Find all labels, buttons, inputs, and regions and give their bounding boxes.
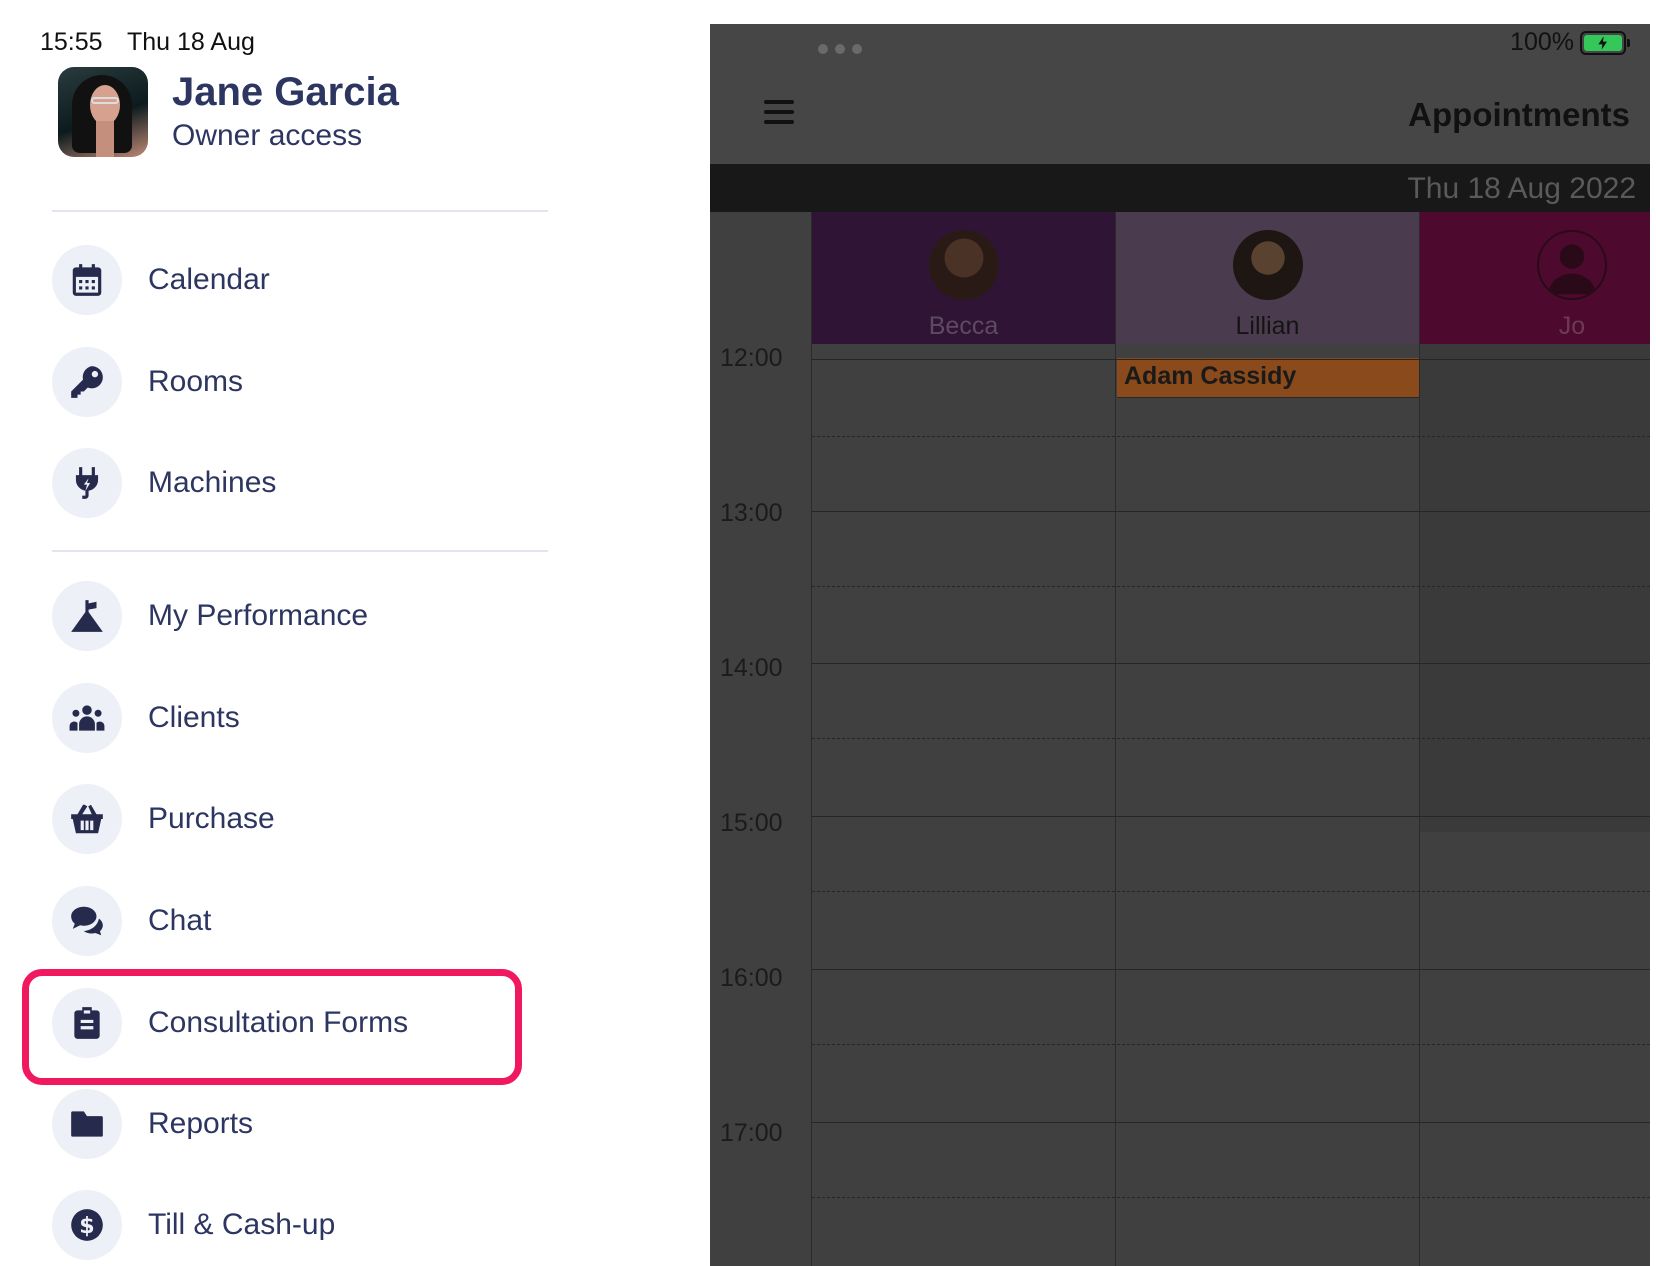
person-placeholder-icon xyxy=(1537,230,1607,300)
menu-label: Till & Cash-up xyxy=(148,1208,336,1241)
basket-icon xyxy=(52,784,122,854)
time-label: 15:00 xyxy=(720,809,783,837)
menu-label: My Performance xyxy=(148,599,369,632)
side-menu: 15:55 Thu 18 Aug Jane Garcia Owner acces… xyxy=(0,0,710,1266)
chat-icon xyxy=(52,886,122,956)
time-column: 12:00 13:00 14:00 15:00 16:00 17:00 xyxy=(710,212,812,1266)
menu-item-till-cash-up[interactable]: $ Till & Cash-up xyxy=(52,1189,335,1261)
column-body[interactable] xyxy=(812,344,1115,1266)
menu-item-calendar[interactable]: Calendar xyxy=(52,244,270,316)
svg-text:$: $ xyxy=(79,1213,94,1239)
menu-label: Purchase xyxy=(148,802,275,835)
calendar-icon xyxy=(52,245,122,315)
user-profile[interactable]: Jane Garcia Owner access xyxy=(58,67,399,157)
staff-name: Lillian xyxy=(1235,312,1300,340)
battery-percent: 100% xyxy=(1510,28,1574,56)
time-label: 14:00 xyxy=(720,654,783,682)
multitasking-dots[interactable] xyxy=(818,44,862,54)
column-body[interactable] xyxy=(1116,344,1419,1266)
user-name: Jane Garcia xyxy=(172,70,399,114)
screen: 15:55 Thu 18 Aug Jane Garcia Owner acces… xyxy=(0,0,1656,1266)
staff-column-lillian[interactable]: Lillian Adam Cassidy xyxy=(1116,212,1420,1266)
staff-header[interactable]: Jo xyxy=(1420,212,1650,344)
status-date: Thu 18 Aug xyxy=(127,28,255,56)
staff-avatar xyxy=(928,230,999,300)
menu-label: Calendar xyxy=(148,263,270,296)
time-label: 12:00 xyxy=(720,344,783,372)
menu-label: Machines xyxy=(148,466,277,499)
staff-name: Jo xyxy=(1558,312,1586,340)
menu-label: Reports xyxy=(148,1107,254,1140)
key-icon xyxy=(52,347,122,417)
hamburger-menu-icon[interactable] xyxy=(764,100,794,126)
staff-column-jo[interactable]: Jo xyxy=(1420,212,1650,1266)
appointments-panel: Appointments Thu 18 Aug 2022 12:00 13:00… xyxy=(710,24,1650,1266)
menu-item-machines[interactable]: Machines xyxy=(52,447,276,519)
time-label: 13:00 xyxy=(720,499,783,527)
menu-item-chat[interactable]: Chat xyxy=(52,885,211,957)
staff-header[interactable]: Lillian xyxy=(1116,212,1419,344)
mountain-flag-icon xyxy=(52,581,122,651)
date-bar: Thu 18 Aug 2022 xyxy=(710,164,1650,212)
menu-label: Chat xyxy=(148,904,212,937)
menu-item-reports[interactable]: Reports xyxy=(52,1088,253,1160)
divider xyxy=(52,550,548,552)
folder-icon xyxy=(52,1089,122,1159)
staff-header[interactable]: Becca xyxy=(812,212,1115,344)
menu-label: Clients xyxy=(148,701,240,734)
staff-name: Becca xyxy=(928,312,999,340)
user-role: Owner access xyxy=(172,119,363,152)
battery-status: 100% xyxy=(1510,28,1630,57)
menu-item-my-performance[interactable]: My Performance xyxy=(52,580,368,652)
time-label: 16:00 xyxy=(720,964,783,992)
page-title: Appointments xyxy=(1408,96,1630,133)
plug-icon xyxy=(52,448,122,518)
menu-item-purchase[interactable]: Purchase xyxy=(52,783,275,855)
appointment-client: Adam Cassidy xyxy=(1124,362,1297,390)
menu-item-clients[interactable]: Clients xyxy=(52,682,240,754)
divider xyxy=(52,210,548,212)
appointment-block[interactable]: Adam Cassidy xyxy=(1117,358,1419,398)
dollar-icon: $ xyxy=(52,1190,122,1260)
nav-bar: Appointments xyxy=(710,24,1650,164)
selected-date[interactable]: Thu 18 Aug 2022 xyxy=(1407,172,1636,206)
staff-avatar xyxy=(1232,230,1303,300)
status-time: 15:55 xyxy=(40,28,103,56)
avatar xyxy=(58,67,148,157)
users-icon xyxy=(52,683,122,753)
column-body[interactable] xyxy=(1420,344,1650,832)
staff-column-becca[interactable]: Becca xyxy=(812,212,1116,1266)
time-label: 17:00 xyxy=(720,1119,783,1147)
menu-item-rooms[interactable]: Rooms xyxy=(52,346,243,418)
battery-icon xyxy=(1580,30,1630,55)
highlight-annotation xyxy=(22,969,522,1085)
menu-label: Rooms xyxy=(148,365,244,398)
